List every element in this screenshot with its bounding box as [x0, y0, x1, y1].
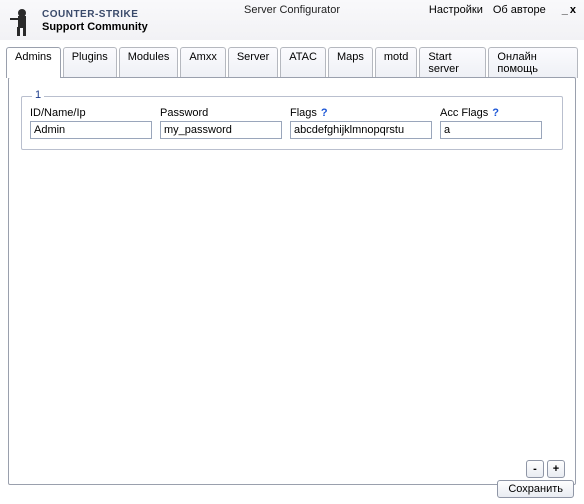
settings-link[interactable]: Настройки	[429, 4, 483, 16]
flags-field[interactable]	[290, 121, 432, 139]
tab-онлайн-помощь[interactable]: Онлайн помощь	[488, 47, 578, 78]
app-logo: COUNTER-STRIKE Support Community	[6, 5, 148, 37]
minimize-button[interactable]: _	[562, 5, 568, 15]
brand-line1: COUNTER-STRIKE	[42, 9, 148, 21]
tab-panel: 1 ID/Name/Ip Password Flags ?	[8, 77, 576, 485]
brand-text: COUNTER-STRIKE Support Community	[42, 9, 148, 33]
about-link[interactable]: Об авторе	[493, 4, 546, 16]
add-entry-button[interactable]: +	[547, 460, 565, 478]
close-button[interactable]: x	[570, 5, 576, 15]
id-field[interactable]	[30, 121, 152, 139]
flags-label-text: Flags	[290, 107, 317, 119]
window-title: Server Configurator	[244, 4, 340, 16]
tab-admins[interactable]: Admins	[6, 47, 61, 78]
window-controls: _ x	[562, 5, 576, 15]
window-footer: Сохранить	[497, 480, 574, 498]
flags-label: Flags ?	[290, 107, 432, 119]
acc-flags-field[interactable]	[440, 121, 542, 139]
app-window: COUNTER-STRIKE Support Community Server …	[0, 0, 584, 504]
tab-start-server[interactable]: Start server	[419, 47, 486, 78]
tab-motd[interactable]: motd	[375, 47, 417, 78]
flags-help-icon[interactable]: ?	[321, 107, 328, 119]
acc-flags-label: Acc Flags ?	[440, 107, 542, 119]
tab-atac[interactable]: ATAC	[280, 47, 326, 78]
tab-amxx[interactable]: Amxx	[180, 47, 226, 78]
tab-strip: AdminsPluginsModulesAmxxServerATACMapsmo…	[0, 46, 584, 77]
remove-entry-button[interactable]: -	[526, 460, 544, 478]
tab-maps[interactable]: Maps	[328, 47, 373, 78]
cs-logo-icon	[6, 5, 38, 37]
tab-modules[interactable]: Modules	[119, 47, 179, 78]
id-label: ID/Name/Ip	[30, 107, 152, 119]
brand-line2: Support Community	[42, 21, 148, 33]
top-links: Настройки Об авторе _ x	[429, 4, 576, 16]
save-button[interactable]: Сохранить	[497, 480, 574, 498]
tab-plugins[interactable]: Plugins	[63, 47, 117, 78]
header: COUNTER-STRIKE Support Community Server …	[0, 0, 584, 40]
tab-server[interactable]: Server	[228, 47, 278, 78]
group-number: 1	[32, 89, 44, 101]
admin-entry-group: 1 ID/Name/Ip Password Flags ?	[21, 96, 563, 150]
panel-footer-buttons: - +	[526, 460, 565, 478]
acc-flags-help-icon[interactable]: ?	[492, 107, 499, 119]
password-field[interactable]	[160, 121, 282, 139]
password-label: Password	[160, 107, 282, 119]
acc-flags-label-text: Acc Flags	[440, 107, 488, 119]
